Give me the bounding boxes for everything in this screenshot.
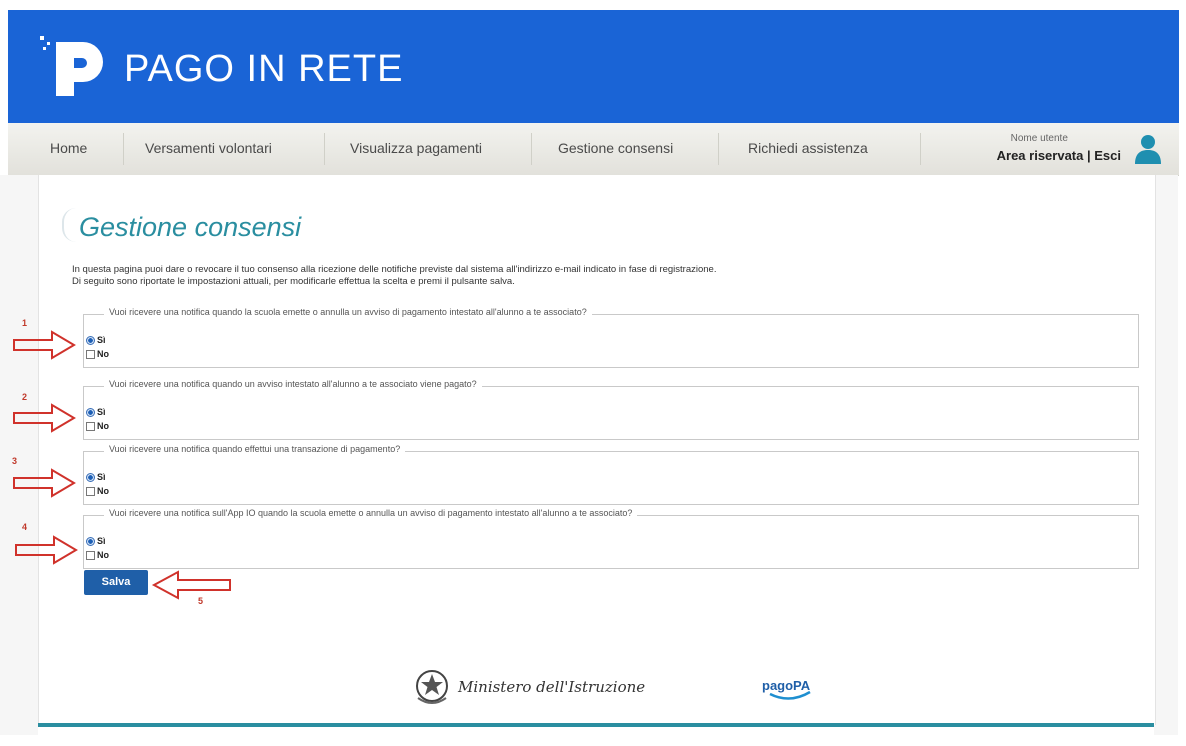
page: PAGO IN RETE Home Versamenti volontari V… bbox=[0, 0, 1186, 746]
app-title[interactable]: PAGO IN RETE bbox=[124, 48, 403, 91]
annotation-arrow-icon bbox=[13, 330, 76, 360]
pagopa-logo-text: pagoPA bbox=[762, 678, 811, 693]
intro-line: Di seguito sono riportate le impostazion… bbox=[72, 276, 515, 287]
intro-text: In questa pagina puoi dare o revocare il… bbox=[72, 264, 972, 288]
annotation-arrow-icon bbox=[15, 535, 78, 565]
consent-fieldset: Vuoi ricevere una notifica quando un avv… bbox=[83, 379, 1139, 440]
radio-yes-selected[interactable] bbox=[86, 407, 95, 417]
consent-question: Vuoi ricevere una notifica quando la scu… bbox=[104, 307, 592, 317]
radio-yes-selected[interactable] bbox=[86, 335, 95, 345]
pago-in-rete-logo-icon[interactable] bbox=[38, 32, 108, 100]
nav-item-gestione-consensi[interactable]: Gestione consensi bbox=[558, 140, 673, 156]
consent-question: Vuoi ricevere una notifica quando effett… bbox=[104, 444, 406, 454]
consent-question: Vuoi ricevere una notifica sull'App IO q… bbox=[104, 508, 638, 518]
nav-divider bbox=[324, 133, 325, 165]
radio-yes-selected[interactable] bbox=[86, 472, 95, 482]
annotation-number: 1 bbox=[22, 318, 28, 328]
footer-divider bbox=[38, 723, 1154, 727]
annotation-number: 5 bbox=[198, 596, 204, 606]
option-no[interactable]: No bbox=[86, 349, 109, 359]
annotation-arrow-left-icon bbox=[151, 570, 231, 600]
pagopa-logo-icon: pagoPA bbox=[762, 678, 811, 700]
logout-link[interactable]: Esci bbox=[1094, 148, 1121, 163]
nav-item-richiedi-assistenza[interactable]: Richiedi assistenza bbox=[748, 140, 868, 156]
username-label: Nome utente bbox=[1010, 133, 1068, 144]
radio-no[interactable] bbox=[86, 550, 95, 560]
ministry-logo: Ministero dell'Istruzione bbox=[412, 668, 645, 706]
link-separator: | bbox=[1086, 148, 1091, 163]
ministry-name: Ministero dell'Istruzione bbox=[458, 678, 646, 696]
option-no[interactable]: No bbox=[86, 486, 109, 496]
page-title: Gestione consensi bbox=[79, 212, 302, 242]
option-no[interactable]: No bbox=[86, 550, 109, 560]
option-yes[interactable]: Sì bbox=[86, 536, 106, 546]
user-links: Area riservata | Esci bbox=[997, 148, 1121, 163]
save-button[interactable]: Salva bbox=[84, 570, 148, 595]
area-riservata-link[interactable]: Area riservata bbox=[997, 148, 1084, 163]
consent-fieldset: Vuoi ricevere una notifica quando la scu… bbox=[83, 307, 1139, 368]
nav-divider bbox=[920, 133, 921, 165]
consent-question: Vuoi ricevere una notifica quando un avv… bbox=[104, 379, 482, 389]
side-decoration bbox=[1154, 175, 1178, 735]
radio-no[interactable] bbox=[86, 486, 95, 496]
nav-item-versamenti-volontari[interactable]: Versamenti volontari bbox=[145, 140, 272, 156]
intro-line: In questa pagina puoi dare o revocare il… bbox=[72, 264, 717, 275]
annotation-arrow-icon bbox=[13, 468, 76, 498]
radio-no[interactable] bbox=[86, 349, 95, 359]
user-icon[interactable] bbox=[1133, 133, 1163, 165]
radio-yes-selected[interactable] bbox=[86, 536, 95, 546]
annotation-number: 2 bbox=[22, 392, 28, 402]
option-yes[interactable]: Sì bbox=[86, 472, 106, 482]
side-decoration bbox=[0, 175, 38, 735]
nav-divider bbox=[123, 133, 124, 165]
annotation-number: 3 bbox=[12, 456, 18, 466]
nav-item-visualizza-pagamenti[interactable]: Visualizza pagamenti bbox=[350, 140, 482, 156]
option-yes[interactable]: Sì bbox=[86, 335, 106, 345]
main-nav: Home Versamenti volontari Visualizza pag… bbox=[8, 123, 1179, 176]
option-yes[interactable]: Sì bbox=[86, 407, 106, 417]
annotation-arrow-icon bbox=[13, 403, 76, 433]
consent-fieldset: Vuoi ricevere una notifica sull'App IO q… bbox=[83, 508, 1139, 569]
user-area: Nome utente Area riservata | Esci bbox=[997, 133, 1121, 163]
consent-fieldset: Vuoi ricevere una notifica quando effett… bbox=[83, 444, 1139, 505]
italian-emblem-icon bbox=[416, 670, 448, 704]
radio-no[interactable] bbox=[86, 421, 95, 431]
nav-item-home[interactable]: Home bbox=[50, 140, 87, 156]
nav-divider bbox=[531, 133, 532, 165]
title-decoration bbox=[62, 208, 78, 242]
nav-divider bbox=[718, 133, 719, 165]
option-no[interactable]: No bbox=[86, 421, 109, 431]
header-bar: PAGO IN RETE bbox=[8, 10, 1179, 123]
annotation-number: 4 bbox=[22, 522, 28, 532]
